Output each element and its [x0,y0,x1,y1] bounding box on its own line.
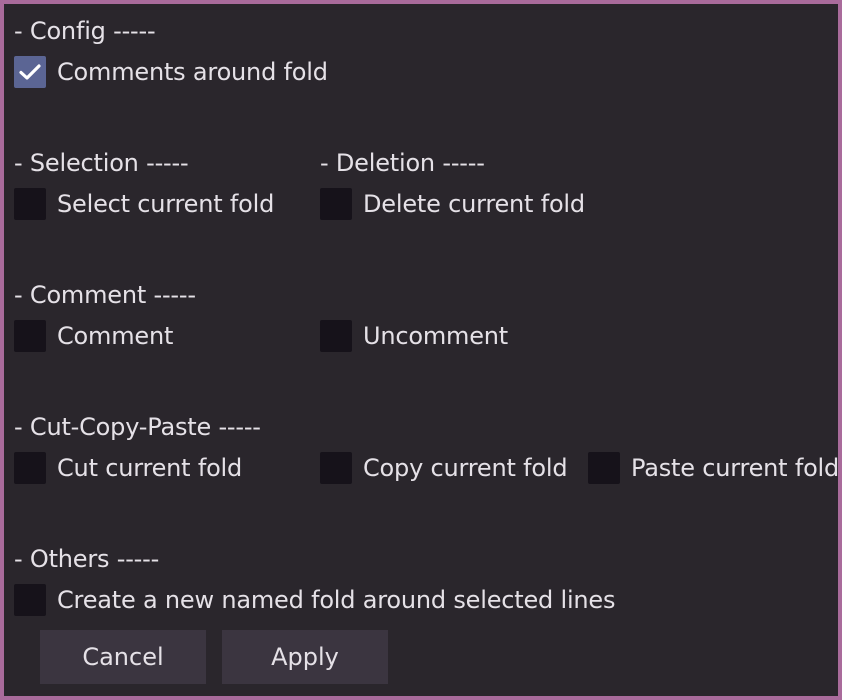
select-current-fold-checkbox[interactable]: Select current fold [14,188,274,220]
delete-current-fold-checkbox[interactable]: Delete current fold [320,188,585,220]
checkbox-box[interactable] [14,188,46,220]
copy-current-fold-checkbox[interactable]: Copy current fold [320,452,568,484]
delete-current-fold-label: Delete current fold [363,190,585,218]
comment-checkbox[interactable]: Comment [14,320,173,352]
select-current-fold-label: Select current fold [57,190,275,218]
fold-settings-dialog: - Config ----- Comments around fold - Se… [4,4,839,696]
checkbox-box[interactable] [320,452,352,484]
comments-around-fold-label: Comments around fold [57,58,328,86]
cancel-button[interactable]: Cancel [40,630,206,684]
create-named-fold-checkbox[interactable]: Create a new named fold around selected … [14,584,616,616]
check-icon [19,64,41,80]
deletion-heading: - Deletion ----- [320,149,485,177]
copy-current-fold-label: Copy current fold [363,454,568,482]
selection-heading: - Selection ----- [14,149,189,177]
checkbox-box[interactable] [320,320,352,352]
paste-current-fold-label: Paste current fold [631,454,840,482]
checkbox-box[interactable] [14,584,46,616]
cut-copy-paste-heading: - Cut-Copy-Paste ----- [14,413,261,441]
comment-heading: - Comment ----- [14,281,196,309]
comment-label: Comment [57,322,174,350]
cut-current-fold-label: Cut current fold [57,454,243,482]
checkbox-box[interactable] [14,320,46,352]
checkbox-box[interactable] [14,56,46,88]
paste-current-fold-checkbox[interactable]: Paste current fold [588,452,839,484]
cut-current-fold-checkbox[interactable]: Cut current fold [14,452,242,484]
create-named-fold-label: Create a new named fold around selected … [57,586,616,614]
checkbox-box[interactable] [320,188,352,220]
checkbox-box[interactable] [14,452,46,484]
apply-button[interactable]: Apply [222,630,388,684]
uncomment-label: Uncomment [363,322,509,350]
comments-around-fold-checkbox[interactable]: Comments around fold [14,56,328,88]
others-heading: - Others ----- [14,545,160,573]
config-heading: - Config ----- [14,17,156,45]
uncomment-checkbox[interactable]: Uncomment [320,320,508,352]
checkbox-box[interactable] [588,452,620,484]
